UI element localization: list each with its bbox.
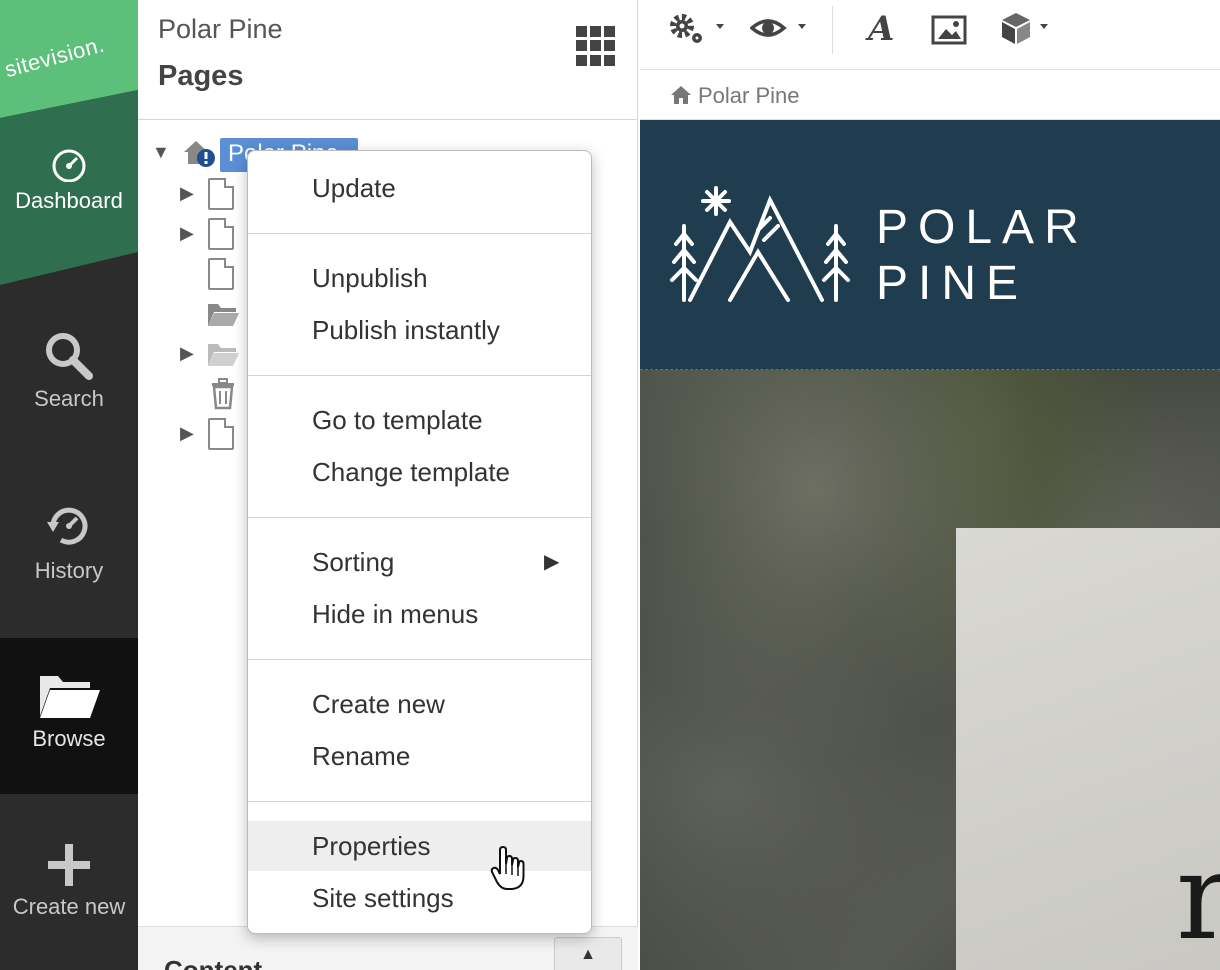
sidebar-item-search[interactable]: Search — [0, 330, 138, 412]
sidebar-label-create-new: Create new — [12, 894, 126, 919]
menu-item-sorting-label: Sorting — [312, 547, 395, 577]
breadcrumb-home-label: Polar Pine — [698, 83, 800, 108]
menu-separator — [248, 801, 591, 802]
tree-expand-caret[interactable]: ▶ — [180, 223, 194, 244]
home-page-icon — [184, 141, 215, 167]
site-name: Polar Pine — [158, 14, 283, 44]
menu-item-site-settings[interactable]: Site settings — [248, 873, 591, 923]
home-icon — [671, 86, 691, 104]
sidebar-item-history[interactable]: History — [0, 500, 138, 584]
history-clock-icon — [47, 507, 88, 545]
menu-item-publish-instantly[interactable]: Publish instantly — [248, 305, 591, 355]
menu-item-hide-in-menus[interactable]: Hide in menus — [248, 589, 591, 639]
collapse-up-button[interactable]: ▲ — [554, 937, 622, 970]
menu-item-rename[interactable]: Rename — [248, 731, 591, 781]
apps-grid-icon[interactable] — [576, 26, 616, 66]
module-cube-icon[interactable] — [998, 10, 1058, 50]
settings-gears-icon[interactable] — [668, 10, 730, 50]
menu-item-unpublish[interactable]: Unpublish — [248, 253, 591, 303]
brand-area: sitevision. — [0, 0, 138, 285]
polar-pine-wordmark: POLAR PINE — [876, 200, 1089, 312]
folder-icon[interactable] — [206, 340, 240, 368]
menu-item-properties[interactable]: Properties — [248, 821, 591, 871]
card-heading-fragment: r — [1176, 828, 1220, 967]
tree-collapse-caret[interactable]: ▼ — [152, 142, 170, 163]
breadcrumb[interactable]: Polar Pine — [670, 83, 800, 109]
polar-pine-logo-mark — [670, 186, 850, 302]
tree-expand-caret[interactable]: ▶ — [180, 423, 194, 444]
menu-item-update[interactable]: Update — [248, 163, 591, 213]
menu-separator — [248, 233, 591, 234]
sidebar-item-dashboard[interactable]: Dashboard — [0, 148, 138, 214]
dashboard-gauge-icon — [52, 149, 86, 182]
plus-icon — [48, 844, 90, 886]
trash-icon[interactable] — [210, 378, 236, 410]
menu-item-create-new[interactable]: Create new — [248, 679, 591, 729]
panel-header: Polar Pine Pages — [138, 0, 637, 120]
menu-item-change-template[interactable]: Change template — [248, 447, 591, 497]
panel-title: Pages — [158, 60, 244, 92]
image-icon[interactable] — [930, 10, 968, 50]
content-card: r — [956, 528, 1220, 970]
sidebar-item-create-new[interactable]: Create new — [0, 842, 138, 920]
hero-mountain-photo: r — [640, 370, 1220, 970]
sidebar-label-browse: Browse — [32, 726, 106, 751]
page-unpublished-icon[interactable] — [208, 258, 234, 290]
submenu-arrow-icon: ▶ — [544, 551, 560, 573]
logo-line-1: POLAR — [876, 201, 1089, 254]
menu-separator — [248, 375, 591, 376]
sidebar-label-history: History — [34, 558, 104, 583]
menu-item-sorting[interactable]: Sorting ▶ — [248, 537, 591, 587]
sidebar-item-browse[interactable]: Browse — [0, 638, 138, 794]
sidebar-label-dashboard: Dashboard — [15, 188, 123, 213]
main-sidebar: sitevision. Dashboard Search History Bro… — [0, 0, 138, 970]
svg-text:A: A — [865, 10, 894, 49]
breadcrumb-bar: Polar Pine — [640, 70, 1220, 120]
tree-expand-caret[interactable]: ▶ — [180, 183, 194, 204]
content-section-label: Content — [164, 955, 263, 970]
menu-item-go-to-template[interactable]: Go to template — [248, 395, 591, 445]
text-format-icon[interactable]: A — [864, 10, 900, 50]
logo-line-2: PINE — [876, 257, 1029, 310]
site-header-preview: POLAR PINE — [640, 120, 1220, 370]
view-eye-icon[interactable] — [750, 10, 812, 50]
menu-separator — [248, 659, 591, 660]
search-icon — [46, 333, 93, 380]
folder-open-icon — [40, 676, 100, 718]
tree-expand-caret[interactable]: ▶ — [180, 343, 194, 364]
toolbar-separator — [832, 6, 833, 54]
folder-icon[interactable] — [206, 300, 240, 328]
page-icon[interactable] — [208, 418, 234, 450]
page-icon[interactable] — [208, 178, 234, 210]
sidebar-label-search: Search — [34, 386, 104, 411]
hand-pointer-cursor-icon — [490, 846, 525, 890]
page-context-menu: Update Unpublish Publish instantly Go to… — [247, 150, 592, 934]
menu-separator — [248, 517, 591, 518]
page-icon[interactable] — [208, 218, 234, 250]
editor-toolbar: A — [640, 0, 1220, 70]
